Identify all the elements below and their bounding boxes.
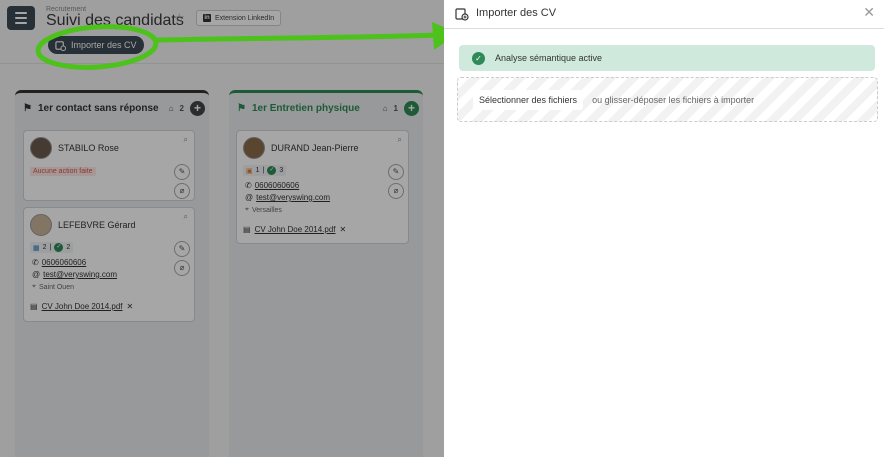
- import-cv-panel: Importer des CV ✕ ✓ Analyse sémantique a…: [444, 0, 884, 457]
- close-icon[interactable]: ✕: [863, 5, 875, 19]
- modal-backdrop[interactable]: [0, 0, 444, 457]
- file-dropzone[interactable]: Sélectionner des fichiers ou glisser-dép…: [457, 77, 878, 122]
- dropzone-hint: ou glisser-déposer les fichiers à import…: [592, 94, 755, 105]
- check-icon: ✓: [472, 51, 485, 65]
- semantic-analysis-alert: ✓ Analyse sémantique active: [459, 45, 875, 71]
- panel-title: Importer des CV: [476, 7, 557, 19]
- import-file-icon: [455, 8, 469, 21]
- alert-text: Analyse sémantique active: [495, 53, 603, 63]
- select-files-button[interactable]: Sélectionner des fichiers: [473, 89, 584, 110]
- panel-header: Importer des CV ✕: [444, 0, 884, 29]
